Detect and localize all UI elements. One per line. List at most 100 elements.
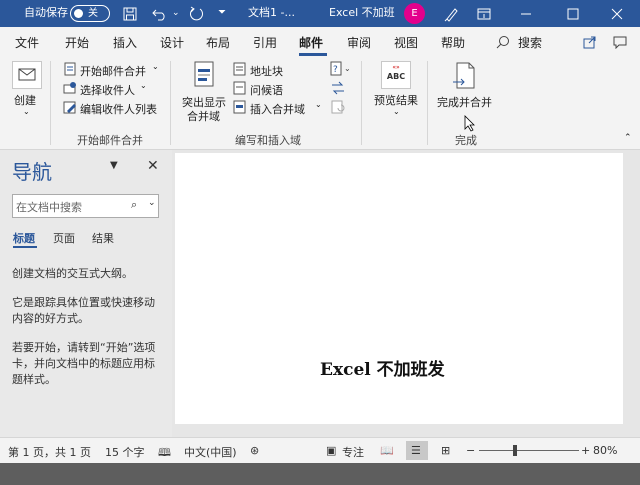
group-label-write-insert: 编写和插入域: [235, 134, 301, 147]
comments-icon[interactable]: [613, 35, 627, 52]
address-block-icon: [233, 62, 247, 79]
nav-search-dropdown-icon[interactable]: ⌄: [148, 198, 156, 208]
undo-icon[interactable]: [146, 0, 174, 27]
app-title: Excel 不加班: [329, 6, 395, 19]
autosave-label: 自动保存: [24, 6, 68, 19]
nav-help-text-2: 它是跟踪具体位置或快速移动内容的好方式。: [12, 296, 155, 325]
select-recipients-button[interactable]: 选择收件人: [80, 82, 135, 98]
insert-merge-field-dropdown-icon[interactable]: ⌄: [315, 100, 322, 109]
document-page[interactable]: Excel 不加班发: [175, 153, 623, 424]
word-count[interactable]: 15 个字: [105, 444, 145, 460]
edit-recipient-list-button[interactable]: 编辑收件人列表: [80, 101, 157, 117]
tab-review[interactable]: 审阅: [347, 34, 371, 51]
nav-tab-indicator: [13, 246, 37, 248]
save-icon[interactable]: [116, 0, 144, 27]
preview-results-button[interactable]: 预览结果: [374, 92, 418, 108]
nav-tab-pages[interactable]: 页面: [53, 230, 75, 246]
preview-results-icon[interactable]: «» ABC: [381, 61, 411, 89]
tell-me-search[interactable]: 搜索: [518, 34, 542, 51]
greeting-line-button[interactable]: 问候语: [250, 82, 283, 98]
customize-qat-icon[interactable]: ⏷: [218, 0, 226, 27]
match-fields-icon[interactable]: [330, 80, 346, 99]
document-text[interactable]: Excel 不加班发: [320, 355, 445, 380]
autosave-state: 关: [88, 8, 98, 19]
nav-close-icon[interactable]: ✕: [147, 158, 159, 174]
finish-merge-icon: [452, 62, 478, 95]
create-dropdown-icon[interactable]: ⌄: [23, 107, 30, 116]
tab-home[interactable]: 开始: [65, 34, 89, 51]
tab-mailings[interactable]: 邮件: [299, 34, 323, 51]
status-bar: 第 1 页，共 1 页 15 个字 🕮 中文(中国) ⊛ ▣ 专注 📖 ☰ ⊞ …: [0, 437, 640, 463]
collapse-ribbon-icon[interactable]: ⌃: [624, 133, 632, 143]
group-separator: [361, 61, 362, 145]
insert-merge-field-icon: [233, 100, 247, 117]
minimize-icon[interactable]: [512, 0, 540, 27]
start-merge-icon: [63, 62, 77, 79]
focus-mode-button[interactable]: 专注: [342, 444, 364, 460]
nav-tab-results[interactable]: 结果: [92, 230, 114, 246]
create-button[interactable]: 创建: [14, 92, 36, 108]
user-avatar[interactable]: E: [404, 3, 425, 24]
nav-help-text-1: 创建文档的交互式大纲。: [12, 267, 133, 280]
nav-tab-headings[interactable]: 标题: [13, 230, 35, 246]
redo-icon[interactable]: [182, 0, 210, 27]
finish-and-merge-button[interactable]: 完成并合并: [437, 94, 492, 110]
search-icon[interactable]: [496, 35, 510, 52]
page-count[interactable]: 第 1 页，共 1 页: [8, 444, 91, 460]
language-indicator[interactable]: 中文(中国): [184, 444, 237, 460]
rules-icon[interactable]: ? ⌄: [330, 61, 352, 80]
close-icon[interactable]: [603, 0, 631, 27]
greeting-line-icon: [233, 81, 247, 98]
print-layout-icon[interactable]: ☰: [411, 444, 421, 457]
accessibility-icon[interactable]: ⊛: [250, 444, 259, 457]
ribbon-display-options-icon[interactable]: [470, 0, 498, 27]
group-separator: [50, 61, 51, 145]
preview-chevrons: «»: [392, 64, 400, 71]
preview-dropdown-icon[interactable]: ⌄: [393, 107, 400, 116]
zoom-slider-track[interactable]: [479, 450, 579, 451]
svg-text:?: ?: [333, 65, 338, 75]
tab-view[interactable]: 视图: [394, 34, 418, 51]
read-mode-icon[interactable]: 📖: [380, 444, 394, 457]
word-window: 自动保存 关 ⌄ ⏷ 文档1 -... Excel 不加班 E 文件 开始 插入…: [0, 0, 640, 463]
highlight-merge-fields-icon: [192, 61, 218, 92]
preview-abc-label: ABC: [386, 72, 406, 81]
nav-search-icon[interactable]: ⌕: [131, 198, 137, 212]
pen-icon[interactable]: [437, 0, 465, 27]
start-mail-merge-button[interactable]: 开始邮件合并: [80, 63, 146, 79]
nav-search-placeholder: 在文档中搜索: [16, 201, 82, 214]
proofing-icon[interactable]: 🕮: [158, 444, 171, 463]
zoom-slider-thumb[interactable]: [513, 445, 517, 456]
nav-search-input[interactable]: 在文档中搜索 ⌕ ⌄: [12, 194, 159, 218]
zoom-in-icon[interactable]: +: [581, 444, 590, 457]
tab-file[interactable]: 文件: [15, 34, 39, 51]
title-bar: 自动保存 关 ⌄ ⏷ 文档1 -... Excel 不加班 E: [0, 0, 640, 27]
tab-references[interactable]: 引用: [253, 34, 277, 51]
tab-insert[interactable]: 插入: [113, 34, 137, 51]
zoom-level[interactable]: 80%: [593, 444, 617, 457]
group-separator: [427, 61, 428, 145]
ribbon: 创建 ⌄ 开始邮件合并 ⌄ 选择收件人 ⌄ 编辑收件人列表 开始邮件合并 突出显…: [0, 57, 640, 150]
tab-design[interactable]: 设计: [160, 34, 184, 51]
select-recipients-icon: [63, 81, 77, 98]
nav-options-icon[interactable]: ▼: [110, 160, 118, 171]
zoom-out-icon[interactable]: −: [466, 444, 475, 457]
tab-layout[interactable]: 布局: [206, 34, 230, 51]
web-layout-icon[interactable]: ⊞: [441, 444, 450, 457]
share-icon[interactable]: [583, 35, 597, 52]
svg-text:⌄: ⌄: [344, 64, 351, 73]
create-envelope-icon[interactable]: [12, 61, 42, 89]
focus-icon[interactable]: ▣: [326, 444, 336, 457]
autosave-toggle[interactable]: 关: [70, 5, 110, 22]
desktop-background: [0, 463, 640, 485]
group-label-start-merge: 开始邮件合并: [77, 134, 143, 147]
maximize-icon[interactable]: [559, 0, 587, 27]
navigation-pane: 导航 ▼ ✕ 在文档中搜索 ⌕ ⌄ 标题 页面 结果 创建文档的交互式大纲。 它…: [0, 150, 172, 437]
tab-help[interactable]: 帮助: [441, 34, 465, 51]
update-labels-icon[interactable]: [330, 99, 346, 118]
select-recipients-dropdown-icon[interactable]: ⌄: [140, 81, 147, 90]
undo-dropdown-icon[interactable]: ⌄: [172, 0, 180, 27]
insert-merge-field-button[interactable]: 插入合并域: [250, 101, 305, 117]
start-merge-dropdown-icon[interactable]: ⌄: [152, 62, 159, 71]
address-block-button[interactable]: 地址块: [250, 63, 283, 79]
